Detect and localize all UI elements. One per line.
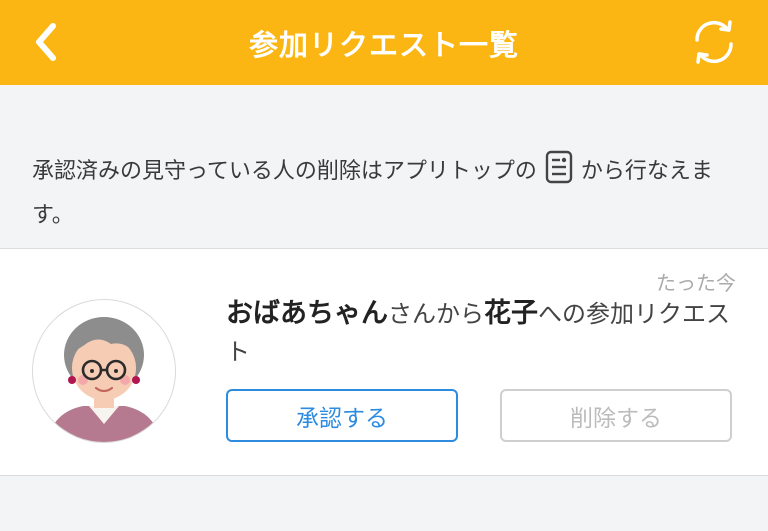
back-button[interactable]	[22, 18, 70, 66]
requester-name: おばあちゃん	[226, 298, 388, 329]
refresh-icon	[695, 20, 733, 64]
request-message: おばあちゃんさんから花子への参加リクエスト	[226, 295, 746, 371]
notice-text-before: 承認済みの見守っている人の削除はアプリトップの	[32, 159, 537, 184]
app-header: 参加リクエスト一覧	[0, 0, 768, 85]
chevron-left-icon	[36, 23, 56, 61]
approve-button[interactable]: 承認する	[226, 389, 458, 442]
info-notice: 承認済みの見守っている人の削除はアプリトップの から行なえます。	[32, 150, 732, 235]
document-list-icon	[545, 150, 573, 197]
refresh-button[interactable]	[688, 16, 740, 68]
request-card: たった今 おばあちゃんさんから花子への参加リクエスト 承認する 削除する	[0, 248, 768, 476]
grandmother-avatar-image	[47, 317, 161, 442]
delete-button[interactable]: 削除する	[500, 389, 732, 442]
avatar	[32, 299, 176, 443]
page-title: 参加リクエスト一覧	[248, 27, 519, 62]
request-timestamp: たった今	[656, 271, 736, 295]
message-text-1: さんから	[388, 300, 484, 328]
target-name: 花子	[484, 298, 538, 329]
